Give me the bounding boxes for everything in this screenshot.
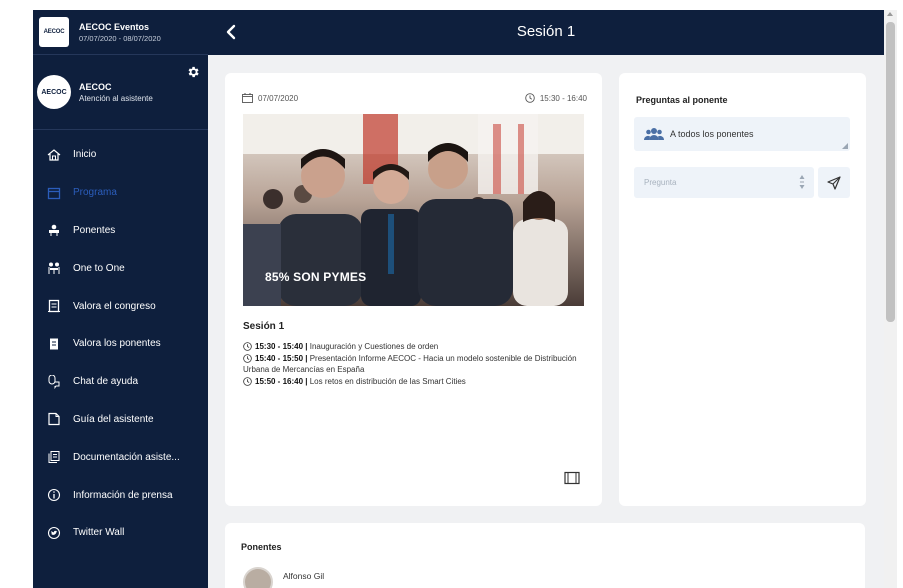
send-button[interactable]: [818, 167, 850, 198]
film-icon[interactable]: [564, 471, 580, 485]
user-profile: AECOC AECOC Atención al asistente: [33, 55, 208, 130]
user-role: Atención al asistente: [79, 93, 153, 103]
session-date-row: 07/07/2020 15:30 - 16:40: [242, 92, 587, 104]
sidebar-item-guia[interactable]: Guía del asistente: [33, 401, 208, 439]
sidebar-item-label: Chat de ayuda: [73, 376, 139, 388]
sidebar-item-label: One to One: [73, 262, 125, 274]
event-name: AECOC Eventos: [79, 21, 150, 32]
main-content: 07/07/2020 15:30 - 16:40 85% SON PYMES S…: [208, 55, 884, 588]
sidebar-item-label: Valora los ponentes: [73, 338, 161, 350]
session-agenda: 15:30 - 15:40 | Inauguración y Cuestione…: [243, 341, 591, 387]
agenda-text: Inauguración y Cuestiones de orden: [307, 342, 439, 351]
agenda-item: 15:30 - 15:40 | Inauguración y Cuestione…: [243, 341, 591, 353]
speaker-name: Alfonso Gil: [283, 571, 325, 581]
clock-icon: [243, 353, 252, 363]
info-icon: [47, 488, 61, 502]
recipient-value: A todos los ponentes: [670, 129, 754, 139]
clock-icon: [243, 342, 252, 351]
guide-icon: [47, 412, 61, 426]
sidebar-item-label: Guía del asistente: [73, 413, 154, 425]
event-dates: 07/07/2020 - 08/07/2020: [79, 33, 161, 43]
top-bar: Sesión 1: [208, 10, 884, 55]
page-title: Sesión 1: [516, 23, 576, 40]
meeting-icon: [47, 261, 61, 275]
session-time: 15:30 - 16:40: [539, 93, 587, 103]
twitter-icon: [47, 526, 61, 540]
speaker-item[interactable]: Alfonso Gil: [243, 567, 324, 588]
questions-card: Preguntas al ponente A todos los ponente…: [619, 73, 866, 506]
sidebar-menu: Inicio Programa Ponentes One to One Valo…: [33, 136, 208, 552]
page-scrollbar[interactable]: [884, 10, 897, 588]
recipient-select[interactable]: A todos los ponentes: [634, 117, 850, 151]
sidebar-item-label: Inicio: [73, 149, 97, 161]
sidebar-item-label: Valora el congreso: [73, 300, 156, 312]
session-date: 07/07/2020: [258, 93, 299, 103]
agenda-time: 15:30 - 15:40 |: [255, 342, 308, 351]
sidebar-item-label: Información de prensa: [73, 489, 173, 501]
session-card: 07/07/2020 15:30 - 16:40 85% SON PYMES S…: [225, 73, 602, 506]
sidebar: AECOC AECOC Eventos 07/07/2020 - 08/07/2…: [33, 10, 208, 588]
sidebar-item-documentacion[interactable]: Documentación asiste...: [33, 438, 208, 476]
user-name: AECOC: [79, 81, 112, 92]
agenda-time: 15:50 - 16:40 |: [255, 376, 308, 386]
group-icon: [644, 128, 664, 140]
session-photo: 85% SON PYMES: [243, 114, 584, 306]
sidebar-item-chat[interactable]: Chat de ayuda: [33, 363, 208, 401]
clock-icon: [525, 93, 535, 103]
session-title: Sesión 1: [243, 321, 285, 332]
scroll-thumb[interactable]: [886, 22, 895, 322]
photo-caption: 85% SON PYMES: [265, 270, 367, 284]
agenda-text: Los retos en distribución de las Smart C…: [307, 376, 466, 386]
resize-handle-icon: [842, 143, 848, 149]
sidebar-item-label: Documentación asiste...: [73, 451, 180, 463]
question-input[interactable]: [634, 167, 814, 198]
sidebar-item-valora-congreso[interactable]: Valora el congreso: [33, 287, 208, 325]
rate-speakers-icon: [47, 337, 61, 351]
sidebar-item-label: Twitter Wall: [73, 527, 125, 539]
speakers-title: Ponentes: [241, 542, 282, 552]
home-icon: [47, 148, 61, 162]
scroll-up-arrow-icon[interactable]: [887, 12, 893, 16]
speakers-card: Ponentes Alfonso Gil: [225, 523, 865, 588]
aecoc-logo: AECOC: [39, 17, 69, 47]
sidebar-item-label: Ponentes: [73, 224, 116, 236]
calendar-icon: [47, 186, 61, 200]
sidebar-item-inicio[interactable]: Inicio: [33, 136, 208, 174]
questions-title: Preguntas al ponente: [636, 95, 728, 105]
stepper-icon[interactable]: [799, 174, 805, 190]
speakers-icon: [47, 223, 61, 237]
clock-icon: [243, 376, 252, 386]
event-header[interactable]: AECOC AECOC Eventos 07/07/2020 - 08/07/2…: [33, 10, 208, 55]
agenda-item: 15:40 - 15:50 | Presentación Informe AEC…: [243, 353, 591, 376]
sidebar-item-ponentes[interactable]: Ponentes: [33, 212, 208, 250]
app-window: AECOC AECOC Eventos 07/07/2020 - 08/07/2…: [0, 0, 903, 588]
sidebar-item-label: Programa: [73, 187, 117, 199]
sidebar-item-twitter-wall[interactable]: Twitter Wall: [33, 514, 208, 552]
speaker-avatar: [243, 567, 273, 588]
agenda-time: 15:40 - 15:50 |: [255, 353, 308, 363]
send-icon: [827, 175, 841, 190]
sidebar-item-prensa[interactable]: Información de prensa: [33, 476, 208, 514]
sidebar-item-programa[interactable]: Programa: [33, 174, 208, 212]
user-avatar: AECOC: [37, 75, 71, 109]
chat-icon: [47, 374, 61, 389]
agenda-item: 15:50 - 16:40 | Los retos en distribució…: [243, 376, 591, 388]
gear-icon[interactable]: [186, 65, 200, 79]
sidebar-item-one-to-one[interactable]: One to One: [33, 249, 208, 287]
sidebar-item-valora-ponentes[interactable]: Valora los ponentes: [33, 325, 208, 363]
rate-congress-icon: [47, 299, 61, 313]
calendar-icon: [242, 93, 253, 103]
documents-icon: [47, 450, 61, 464]
